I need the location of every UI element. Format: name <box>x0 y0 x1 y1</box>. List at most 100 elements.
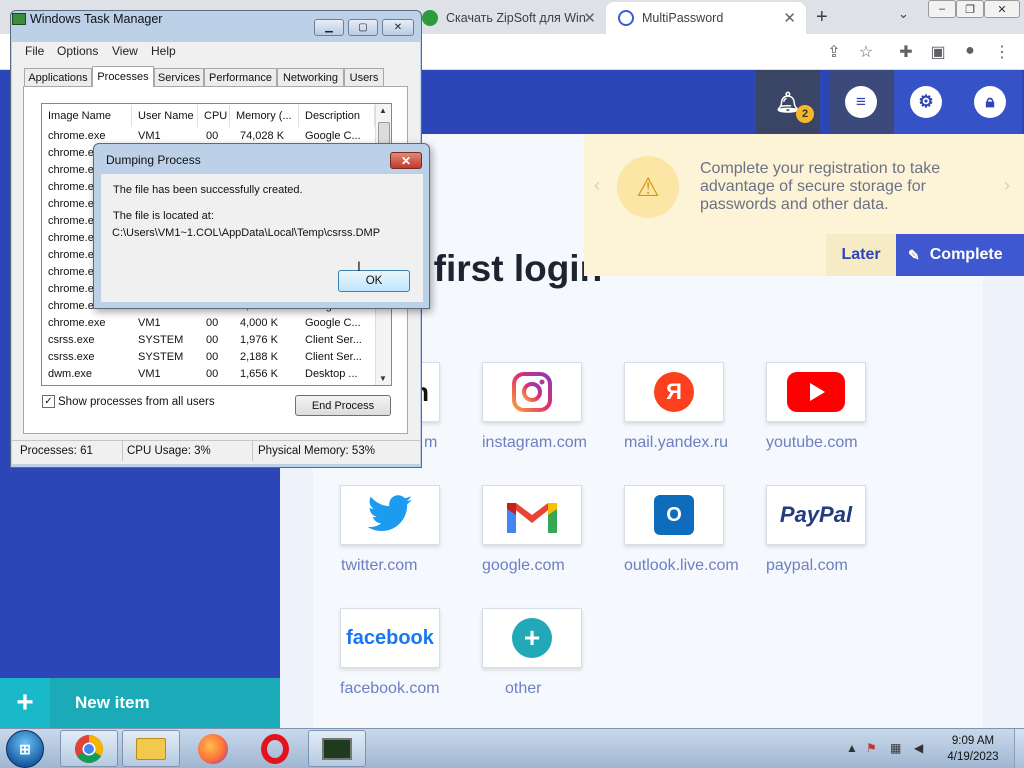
tab-services[interactable]: Services <box>154 68 204 86</box>
close-tab-icon[interactable]: ✕ <box>783 9 796 27</box>
twitter-icon <box>367 495 412 531</box>
tab-applications[interactable]: Applications <box>24 68 92 86</box>
sidepanel-icon[interactable]: ▣ <box>928 42 948 62</box>
table-row[interactable]: dwm.exe VM1 00 1,656 K Desktop ... <box>42 366 374 383</box>
tray-expand-icon[interactable]: ▲ <box>846 741 858 755</box>
new-item-label: New item <box>75 693 150 712</box>
tab-multipassword[interactable]: MultiPassword ✕ <box>606 2 806 34</box>
service-tile-paypal[interactable]: PayPal <box>766 485 866 545</box>
column-description[interactable]: Description <box>299 105 375 127</box>
action-center-icon[interactable]: ⚑ <box>866 741 877 755</box>
close-window-button[interactable]: ✕ <box>984 0 1020 18</box>
cell-name: chrome.e <box>48 215 94 227</box>
cell-mem: 2,188 K <box>240 351 278 363</box>
tab-search-button[interactable]: ⌄ <box>898 6 909 22</box>
extensions-icon[interactable]: ✚ <box>896 42 916 62</box>
tab-networking[interactable]: Networking <box>277 68 344 86</box>
table-row[interactable]: csrss.exe SYSTEM 00 2,188 K Client Ser... <box>42 349 374 366</box>
cell-name: chrome.e <box>48 164 94 176</box>
cell-mem: 1,656 K <box>240 368 278 380</box>
clock-date: 4/19/2023 <box>947 751 999 763</box>
taskbar-chrome[interactable] <box>60 730 118 767</box>
taskbar-task-manager[interactable] <box>308 730 366 767</box>
chevron-right-icon[interactable]: › <box>1004 175 1010 196</box>
globe-icon <box>618 10 634 26</box>
service-tile-twitter[interactable] <box>340 485 440 545</box>
chevron-left-icon[interactable]: ‹ <box>594 175 600 196</box>
tab-processes[interactable]: Processes <box>92 66 154 87</box>
table-row[interactable]: csrss.exe SYSTEM 00 1,976 K Client Ser... <box>42 332 374 349</box>
show-all-processes-checkbox[interactable]: ✓ Show processes from all users <box>42 395 215 408</box>
minimize-button[interactable]: ▁ <box>314 19 344 36</box>
maximize-button[interactable]: ❐ <box>956 0 984 18</box>
scroll-up-arrow-icon[interactable]: ▲ <box>379 106 387 115</box>
menu-options[interactable]: Options <box>57 44 98 58</box>
dumping-process-dialog: Dumping Process ✕ The file has been succ… <box>93 143 430 309</box>
service-label: google.com <box>482 557 565 574</box>
instagram-icon <box>512 372 552 412</box>
network-icon[interactable]: ▦ <box>890 741 901 755</box>
column-user-name[interactable]: User Name <box>132 105 198 127</box>
tab-users[interactable]: Users <box>344 68 384 86</box>
list-button[interactable]: ≡ <box>829 70 893 134</box>
facebook-icon: facebook <box>346 626 434 649</box>
gmail-icon <box>507 503 557 533</box>
menu-help[interactable]: Help <box>151 44 176 58</box>
taskbar-firefox[interactable] <box>184 730 242 767</box>
service-tile-instagram[interactable] <box>482 362 582 422</box>
new-item-button[interactable]: + New item <box>0 678 280 728</box>
notifications-button[interactable]: 🔔︎ <box>756 70 820 134</box>
service-tile-gmail[interactable] <box>482 485 582 545</box>
table-row[interactable]: chrome.exe VM1 00 4,000 K Google C... <box>42 315 374 332</box>
minimize-button[interactable]: – <box>928 0 956 18</box>
lock-button[interactable]: 🔒︎ <box>958 70 1022 134</box>
dialog-title: Dumping Process <box>106 153 201 167</box>
service-tile-youtube[interactable] <box>766 362 866 422</box>
status-bar: Processes: 61 CPU Usage: 3% Physical Mem… <box>12 440 420 462</box>
cell-name: chrome.e <box>48 232 94 244</box>
cell-user: VM1 <box>138 130 161 142</box>
tab-zipsoft[interactable]: Скачать ZipSoft для Win ✕ <box>410 2 606 34</box>
maximize-button[interactable]: ▢ <box>348 19 378 36</box>
service-tile-outlook[interactable]: O <box>624 485 724 545</box>
service-tile-facebook[interactable]: facebook <box>340 608 440 668</box>
cell-desc: Desktop ... <box>305 368 358 380</box>
close-window-button[interactable]: ✕ <box>382 19 414 36</box>
tab-performance[interactable]: Performance <box>204 68 277 86</box>
service-label: instagram.com <box>482 434 587 451</box>
cell-name: csrss.exe <box>48 351 95 363</box>
profile-icon[interactable]: ● <box>960 42 980 60</box>
close-icon[interactable]: ✕ <box>390 152 422 169</box>
checkmark-icon[interactable]: ✓ <box>42 395 55 408</box>
scroll-down-arrow-icon[interactable]: ▼ <box>379 374 387 383</box>
youtube-icon <box>787 372 845 412</box>
star-icon[interactable]: ☆ <box>856 42 876 62</box>
show-desktop-button[interactable] <box>1014 729 1024 768</box>
settings-button[interactable]: ⚙ <box>894 70 958 134</box>
end-process-button[interactable]: End Process <box>295 395 391 416</box>
service-tile-other[interactable]: + <box>482 608 582 668</box>
ok-button[interactable]: OK <box>338 270 410 292</box>
new-tab-button[interactable]: + <box>816 6 828 29</box>
menu-file[interactable]: File <box>25 44 44 58</box>
start-button[interactable]: ⊞ <box>6 730 44 768</box>
taskbar-explorer[interactable] <box>122 730 180 767</box>
text-cursor-icon: I <box>357 258 361 274</box>
close-tab-icon[interactable]: ✕ <box>583 9 596 27</box>
system-clock[interactable]: 9:09 AM 4/19/2023 <box>940 733 1006 765</box>
service-tile-yandex[interactable]: Я <box>624 362 724 422</box>
complete-button[interactable]: ✎ Complete <box>896 234 1024 276</box>
later-button[interactable]: Later <box>826 234 896 276</box>
taskbar-opera[interactable] <box>246 730 304 767</box>
column-memory[interactable]: Memory (... <box>230 105 299 127</box>
column-image-name[interactable]: Image Name <box>42 105 132 127</box>
menu-icon[interactable]: ⋮ <box>992 42 1012 62</box>
menu-view[interactable]: View <box>112 44 138 58</box>
cell-name: chrome.e <box>48 181 94 193</box>
cell-name: chrome.exe <box>48 317 106 329</box>
opera-icon <box>261 733 289 764</box>
column-cpu[interactable]: CPU <box>198 105 230 127</box>
share-icon[interactable]: ⇪ <box>824 42 844 62</box>
volume-icon[interactable]: ◀ <box>914 741 923 755</box>
cell-name: chrome.e <box>48 147 94 159</box>
